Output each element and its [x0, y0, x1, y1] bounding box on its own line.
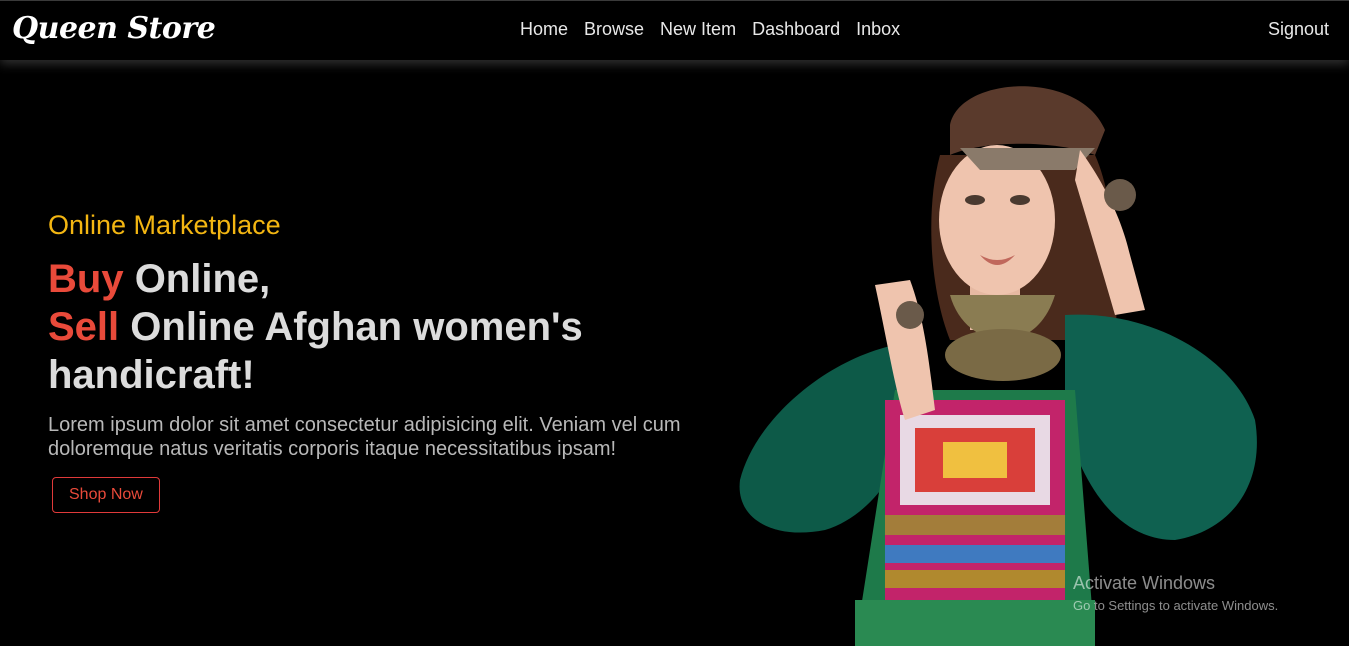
- headline-sell: Sell: [48, 305, 120, 349]
- nav-new-item-link[interactable]: New Item: [660, 19, 736, 40]
- watermark-subtitle: Go to Settings to activate Windows.: [1073, 598, 1279, 613]
- headline-handicraft: handicraft!: [48, 353, 255, 397]
- hero-description: Lorem ipsum dolor sit amet consectetur a…: [48, 414, 681, 460]
- headline-online: Online,: [123, 257, 271, 301]
- nav-browse-link[interactable]: Browse: [584, 19, 644, 40]
- navbar: Queen Store Home Browse New Item Dashboa…: [0, 0, 1349, 60]
- hero-model-image: [739, 86, 1257, 646]
- shop-now-button[interactable]: Shop Now: [52, 477, 160, 513]
- watermark-title: Activate Windows: [1073, 573, 1216, 593]
- hero-tagline: Online Marketplace: [48, 210, 281, 240]
- hero-headline: Buy Online, Sell Online Afghan women's h…: [48, 255, 728, 399]
- nav-links: Home Browse New Item Dashboard Inbox: [520, 19, 900, 40]
- brand-logo[interactable]: Queen Store: [12, 11, 216, 46]
- signout-link[interactable]: Signout: [1268, 19, 1329, 40]
- nav-dashboard-link[interactable]: Dashboard: [752, 19, 840, 40]
- nav-inbox-link[interactable]: Inbox: [856, 19, 900, 40]
- headline-buy: Buy: [48, 257, 124, 301]
- headline-online-afghan: Online Afghan women's: [119, 305, 583, 349]
- windows-activation-watermark: Activate Windows Go to Settings to activ…: [1073, 573, 1278, 613]
- nav-home-link[interactable]: Home: [520, 19, 568, 40]
- hero-section: Online Marketplace Buy Online, Sell Onli…: [48, 210, 728, 513]
